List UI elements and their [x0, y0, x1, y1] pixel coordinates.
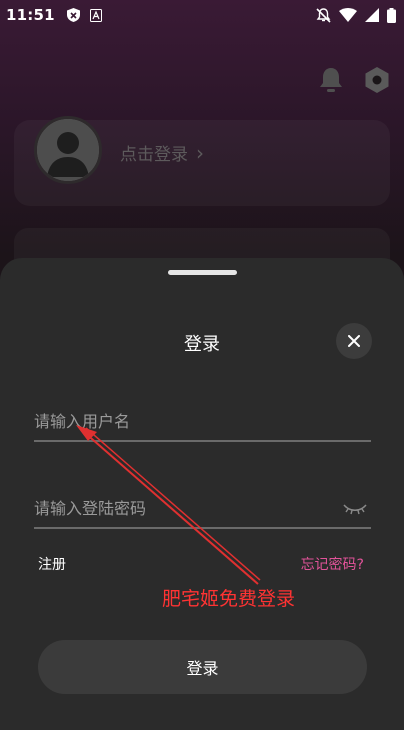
username-input[interactable]: [34, 402, 371, 440]
login-hint-label: 点击登录: [120, 145, 188, 165]
mute-icon: [316, 7, 331, 23]
settings-hex-icon[interactable]: [364, 66, 390, 94]
annotation-text: 肥宅姬免费登录: [162, 588, 296, 610]
battery-icon: [387, 7, 396, 23]
close-button[interactable]: [336, 323, 372, 359]
login-submit-button[interactable]: 登录: [38, 640, 367, 694]
status-right-icons: [316, 7, 396, 23]
register-link[interactable]: 注册: [38, 554, 66, 574]
top-actions: [318, 66, 390, 94]
password-input[interactable]: [34, 489, 371, 527]
status-bar: 11:51: [0, 0, 404, 30]
wifi-icon: [339, 8, 357, 22]
status-time: 11:51: [6, 6, 55, 24]
login-hint[interactable]: 点击登录 ›: [120, 140, 204, 166]
username-field: [34, 402, 371, 442]
login-sheet: 登录 注册 忘记密码? 肥宅姬免费登录 登录: [0, 258, 404, 730]
chevron-right-icon: ›: [196, 140, 204, 165]
profile-card[interactable]: 点击登录 ›: [14, 116, 390, 206]
user-avatar-icon: [37, 119, 99, 181]
shield-icon: [66, 8, 80, 22]
close-icon: [348, 335, 360, 347]
status-left-icons: [66, 8, 102, 22]
bell-icon[interactable]: [318, 66, 344, 94]
drag-handle[interactable]: [168, 270, 237, 275]
forgot-password-link[interactable]: 忘记密码?: [301, 554, 364, 574]
eye-closed-icon[interactable]: [343, 502, 367, 516]
notification-a-icon: [89, 8, 102, 22]
password-field: [34, 489, 371, 529]
signal-icon: [365, 8, 379, 22]
avatar[interactable]: [34, 116, 102, 184]
